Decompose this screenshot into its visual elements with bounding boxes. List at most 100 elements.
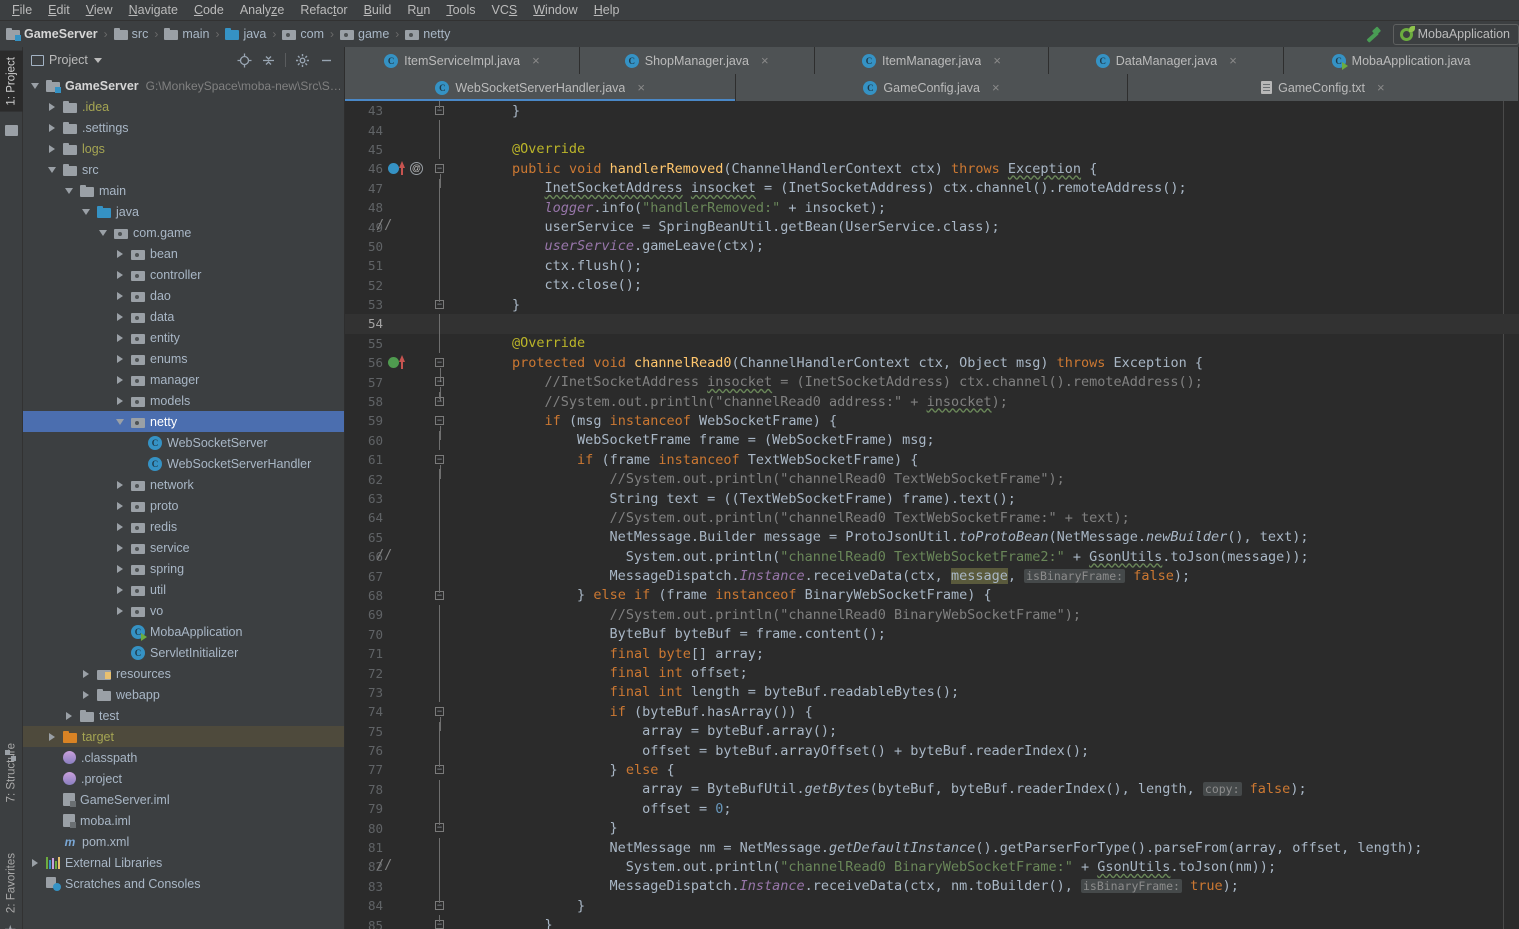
menu-item-help[interactable]: Help [586,1,628,20]
editor-gutter[interactable] [388,178,447,198]
tree-row[interactable]: redis [23,516,344,537]
editor-gutter[interactable] [388,566,447,586]
editor-gutter[interactable] [388,740,447,761]
editor-gutter[interactable]: // [376,857,447,877]
tree-row[interactable]: C WebSocketServer [23,432,344,453]
tree-row[interactable]: netty [23,411,344,432]
tree-expand-arrow[interactable] [46,166,58,173]
tree-row[interactable]: GameServer.iml [23,789,344,810]
breadcrumb-item-com[interactable]: com [282,27,324,41]
tree-expand-arrow[interactable] [114,501,126,510]
editor-tab-gameconfig-txt[interactable]: GameConfig.txt × [1127,74,1519,101]
editor-gutter[interactable] [388,488,447,509]
tree-row[interactable]: .settings [23,117,344,138]
tree-row[interactable]: .idea [23,96,344,117]
editor-gutter[interactable] [388,837,447,858]
code-editor[interactable]: 43− } 44 45 @Override 46 @ − public void hand… [345,101,1519,929]
editor-tab-gameconfig-java[interactable]: C GameConfig.java × [736,74,1128,101]
menu-item-window[interactable]: Window [525,1,585,20]
editor-gutter[interactable] [388,333,447,354]
tree-row[interactable]: controller [23,264,344,285]
tree-expand-arrow[interactable] [114,543,126,552]
editor-gutter[interactable] [388,663,447,683]
editor-gutter[interactable] [388,721,447,741]
implement-marker-icon[interactable] [388,357,399,369]
menu-item-refactor[interactable]: Refactor [292,1,355,20]
tree-expand-arrow[interactable] [114,585,126,594]
editor-gutter[interactable] [388,643,447,664]
editor-gutter[interactable] [388,682,447,703]
close-icon[interactable]: × [637,81,645,94]
menu-item-run[interactable]: Run [399,1,438,20]
tree-expand-arrow[interactable] [29,82,41,89]
tree-row[interactable]: proto [23,495,344,516]
editor-gutter[interactable]: // [376,217,447,237]
tree-expand-arrow[interactable] [46,732,58,741]
editor-gutter[interactable] [388,508,447,528]
tree-row[interactable]: C ServletInitializer [23,642,344,663]
editor-gutter[interactable]: − [388,353,447,383]
close-icon[interactable]: × [1377,81,1385,94]
editor-gutter[interactable]: − [388,372,447,402]
close-icon[interactable]: × [761,54,769,67]
tree-expand-arrow[interactable] [63,711,75,720]
editor-gutter[interactable] [388,139,447,160]
breadcrumb-item-gameserver[interactable]: GameServer [6,27,98,41]
editor-gutter[interactable]: − [388,101,447,120]
gear-icon[interactable] [295,53,310,68]
editor-gutter[interactable] [388,779,447,800]
chevron-down-icon[interactable] [93,57,102,63]
menu-item-build[interactable]: Build [356,1,400,20]
tree-row[interactable]: .project [23,768,344,789]
menu-item-file[interactable]: File [4,1,40,20]
tree-row[interactable]: Scratches and Consoles [23,873,344,894]
editor-tab-websocketserverhandler-java[interactable]: C WebSocketServerHandler.java × [345,74,737,101]
menu-item-tools[interactable]: Tools [438,1,483,20]
tree-row[interactable]: com.game [23,222,344,243]
menu-item-code[interactable]: Code [186,1,232,20]
tree-expand-arrow[interactable] [114,480,126,489]
tree-expand-arrow[interactable] [80,208,92,215]
breadcrumb-item-src[interactable]: src [113,27,148,41]
editor-tab-datamanager-java[interactable]: C DataManager.java × [1049,47,1285,74]
editor-gutter[interactable]: − [388,702,447,732]
tree-row[interactable]: .classpath [23,747,344,768]
editor-gutter[interactable]: − [388,294,447,314]
menu-item-vcs[interactable]: VCS [484,1,526,20]
run-configuration-selector[interactable]: MobaApplication [1392,23,1519,45]
minimize-icon[interactable] [319,53,334,68]
tree-row[interactable]: entity [23,327,344,348]
editor-tab-shopmanager-java[interactable]: C ShopManager.java × [579,47,815,74]
tree-row[interactable]: data [23,306,344,327]
breadcrumb-item-java[interactable]: java [225,27,266,41]
close-icon[interactable]: × [992,81,1000,94]
tree-expand-arrow[interactable] [114,418,126,425]
tree-row[interactable]: spring [23,558,344,579]
tool-window-button-structure[interactable]: 7: Structure [0,737,23,808]
tree-row[interactable]: moba.iml [23,810,344,831]
tree-row[interactable]: network [23,474,344,495]
editor-gutter[interactable] [388,120,447,140]
editor-gutter[interactable] [388,275,447,295]
tree-expand-arrow[interactable] [80,669,92,678]
tree-row[interactable]: java [23,201,344,222]
editor-gutter[interactable]: − [388,391,447,411]
editor-gutter[interactable] [388,527,447,547]
editor-gutter[interactable]: // [376,546,447,567]
close-icon[interactable]: × [532,54,540,67]
editor-gutter[interactable]: − [388,915,447,929]
editor-gutter[interactable] [388,314,447,334]
menu-item-edit[interactable]: Edit [40,1,78,20]
locate-icon[interactable] [237,53,252,68]
editor-tab-itemserviceimpl-java[interactable]: C ItemServiceImpl.java × [345,47,580,74]
fold-start-icon[interactable]: − [435,377,444,402]
tree-row[interactable]: bean [23,243,344,264]
tree-expand-arrow[interactable] [114,375,126,384]
tool-window-button-favorites[interactable]: 2: Favorites [0,847,23,919]
tool-window-button-project[interactable]: 1: Project [0,51,23,112]
editor-gutter[interactable]: − [388,818,447,837]
breadcrumb-item-game[interactable]: game [340,27,389,41]
close-icon[interactable]: × [993,54,1001,67]
editor-gutter[interactable] [388,799,447,819]
project-tree[interactable]: GameServer G:\MonkeySpace\moba-new\Src\S…… [23,73,344,929]
